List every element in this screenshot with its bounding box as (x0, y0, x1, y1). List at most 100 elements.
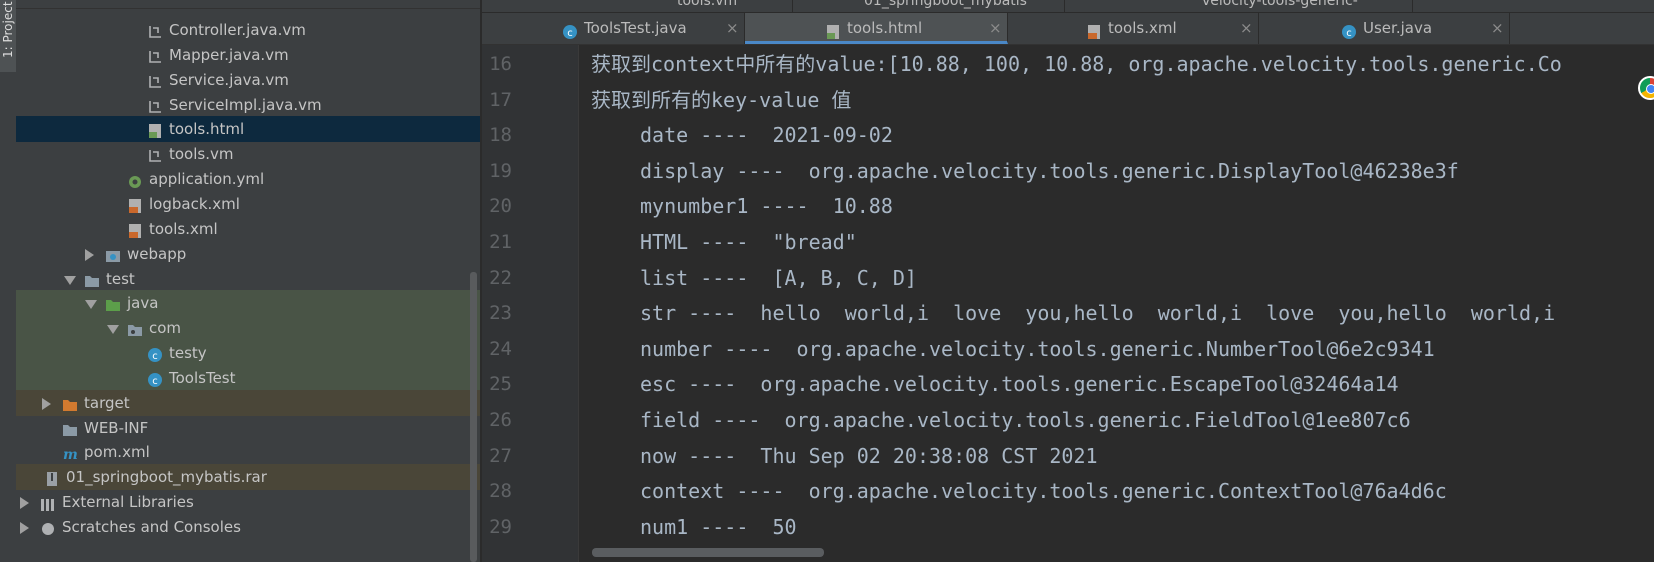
xml-file-icon (1086, 20, 1102, 39)
code-editor[interactable]: 获取到context中所有的value:[10.88, 100, 10.88, … (579, 45, 1654, 562)
tab-velocity-pom[interactable]: velocity-tools-generic-3.0.pom (1072, 0, 1413, 12)
velocity-template-icon (147, 97, 163, 113)
tree-item-webapp[interactable]: webapp (16, 241, 480, 267)
chevron-down-icon[interactable] (107, 325, 119, 335)
line-number: 18 (489, 124, 512, 147)
tree-item-label: WEB-INF (84, 418, 149, 437)
close-icon[interactable]: × (726, 13, 739, 44)
tree-item-tools-vm[interactable]: tools.vm (16, 141, 480, 167)
xml-file-icon (127, 196, 143, 213)
tree-item-label: test (106, 269, 135, 288)
line-number: 23 (489, 302, 512, 325)
tree-item-label: tools.vm (169, 145, 234, 164)
tree-item-scratches-and-consoles[interactable]: Scratches and Consoles (16, 514, 480, 540)
chevron-right-icon[interactable] (20, 522, 29, 534)
xml-file-icon (127, 221, 143, 238)
editor-horizontal-scrollbar[interactable] (592, 548, 824, 557)
svg-text:c: c (152, 376, 158, 387)
tree-item-01-springboot-mybatis-rar[interactable]: 01_springboot_mybatis.rar (16, 464, 480, 491)
yaml-file-icon (127, 171, 143, 189)
tree-item-tools-xml[interactable]: tools.xml (16, 216, 480, 242)
tab-tools-html[interactable]: tools.html × (745, 13, 1008, 44)
archive-icon (44, 469, 60, 487)
excluded-folder-icon (62, 395, 78, 411)
code-line[interactable]: context ---- org.apache.velocity.tools.g… (640, 474, 1447, 510)
line-number: 16 (489, 53, 512, 75)
chevron-right-icon[interactable] (20, 497, 29, 510)
editor-tab-row: c ToolsTest.java × tools.html × tools.xm… (482, 13, 1654, 45)
line-number-gutter: 16 17 18 19 20 21 22 23 24 25 26 27 28 29 (482, 45, 579, 562)
line-number: 26 (489, 409, 512, 431)
code-line[interactable]: mynumber1 ---- 10.88 (640, 189, 893, 225)
tree-item-target[interactable]: target (16, 389, 480, 416)
line-number: 29 (489, 515, 512, 538)
project-tool-window-label: 1: Project (1, 1, 15, 58)
code-line[interactable]: number ---- org.apache.velocity.tools.ge… (640, 332, 1435, 368)
svg-text:c: c (152, 351, 158, 362)
tree-item-pom-xml[interactable]: m pom.xml (16, 439, 480, 465)
package-icon (127, 320, 143, 337)
line-number: 21 (489, 231, 512, 253)
line-number: 17 (489, 88, 512, 111)
code-line[interactable]: num1 ---- 50 (640, 510, 797, 546)
tree-item-com[interactable]: com (16, 315, 480, 342)
java-class-icon: c (1341, 20, 1357, 39)
tree-item-test[interactable]: test (16, 266, 480, 292)
tree-item-testy[interactable]: c testy (16, 340, 480, 367)
tab-tools-xml[interactable]: tools.xml × (1008, 13, 1259, 44)
web-folder-icon (105, 246, 121, 262)
tab-tools-vm[interactable]: tools.vm (592, 0, 793, 12)
tree-item-label: Scratches and Consoles (62, 518, 241, 536)
tree-item-label: tools.xml (149, 219, 218, 238)
tree-item-service-java-vm[interactable]: Service.java.vm (16, 67, 480, 93)
tree-item-java[interactable]: java (16, 290, 480, 317)
code-line[interactable]: display ---- org.apache.velocity.tools.g… (640, 154, 1459, 190)
tree-item-label: application.yml (149, 170, 265, 189)
svg-text:c: c (567, 28, 573, 39)
tree-item-mapper-java-vm[interactable]: Mapper.java.vm (16, 42, 480, 68)
test-folder-icon (105, 295, 121, 312)
code-line[interactable]: list ---- [A, B, C, D] (640, 261, 917, 297)
chevron-right-icon[interactable] (42, 397, 51, 410)
close-icon[interactable]: × (989, 13, 1002, 44)
code-line[interactable]: now ---- Thu Sep 02 20:38:08 CST 2021 (640, 439, 1098, 475)
project-panel: Controller.java.vm Mapper.java.vm Service.… (16, 0, 480, 562)
tab-toolstest-java[interactable]: c ToolsTest.java × (482, 13, 745, 44)
velocity-template-icon (147, 72, 163, 88)
tree-item-controller-java-vm[interactable]: Controller.java.vm (16, 17, 480, 43)
velocity-template-icon (147, 47, 163, 63)
line-number: 24 (489, 337, 512, 360)
tree-item-label: External Libraries (62, 493, 194, 512)
code-line[interactable]: 获取到所有的key-value 值 (591, 83, 851, 119)
project-tool-window-button[interactable]: 1: Project (0, 0, 16, 72)
tree-item-application-yml[interactable]: application.yml (16, 166, 480, 192)
libraries-icon (40, 494, 56, 512)
tree-item-logback-xml[interactable]: logback.xml (16, 191, 480, 217)
tree-item-web-inf[interactable]: WEB-INF (16, 415, 480, 441)
tree-item-tools-html[interactable]: tools.html (16, 116, 480, 143)
tree-item-label: Service.java.vm (169, 70, 289, 89)
tree-item-toolstest[interactable]: c ToolsTest (16, 364, 480, 391)
tab-springboot-mybatis[interactable]: 01_springboot_mybatis (794, 0, 1065, 12)
tree-item-external-libraries[interactable]: External Libraries (16, 489, 480, 515)
tab-user-java[interactable]: c User.java × (1259, 13, 1510, 44)
tree-item-serviceimpl-java-vm[interactable]: ServiceImpl.java.vm (16, 92, 480, 118)
chevron-down-icon[interactable] (85, 300, 97, 310)
code-line[interactable]: field ---- org.apache.velocity.tools.gen… (640, 403, 1411, 439)
code-line[interactable]: date ---- 2021-09-02 (640, 118, 893, 154)
maven-icon: m (62, 444, 78, 463)
line-number: 27 (489, 444, 512, 467)
code-line[interactable]: str ---- hello world,i love you,hello wo… (640, 296, 1555, 332)
tree-item-label: logback.xml (149, 194, 240, 213)
tree-item-label: target (84, 393, 130, 412)
project-scrollbar[interactable] (470, 272, 477, 562)
svg-text:m: m (63, 447, 78, 462)
code-line[interactable]: 获取到context中所有的value:[10.88, 100, 10.88, … (591, 47, 1562, 83)
tree-item-label: tools.html (169, 120, 245, 139)
close-icon[interactable]: × (1491, 13, 1504, 44)
close-icon[interactable]: × (1240, 13, 1253, 44)
code-line[interactable]: HTML ---- "bread" (640, 225, 857, 261)
chevron-right-icon[interactable] (85, 248, 94, 261)
code-line[interactable]: esc ---- org.apache.velocity.tools.gener… (640, 367, 1399, 403)
chevron-down-icon[interactable] (64, 275, 76, 285)
